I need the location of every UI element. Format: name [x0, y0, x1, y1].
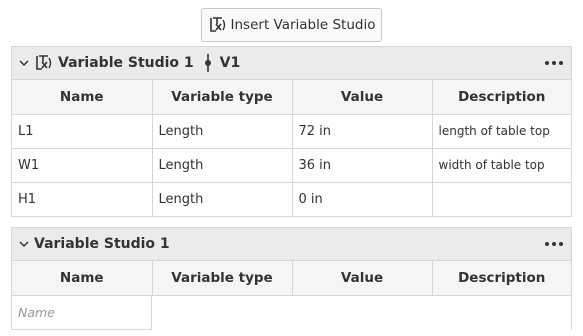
column-header-description: Description: [432, 261, 571, 296]
variable-description-cell[interactable]: [432, 182, 571, 216]
version-indicator[interactable]: V1: [202, 54, 241, 72]
variable-description-cell[interactable]: width of table top: [432, 148, 571, 183]
variables-table: Name Variable type Value Description L1 …: [12, 80, 571, 216]
column-header-variable-type: Variable type: [152, 261, 293, 296]
variable-value-cell[interactable]: 0 in: [292, 182, 433, 216]
variable-value-cell[interactable]: 36 in: [292, 148, 433, 183]
table-row[interactable]: H1 Length 0 in: [12, 182, 571, 216]
version-label: V1: [219, 55, 241, 71]
panel-title: Variable Studio 1: [34, 236, 170, 252]
branch-version-icon: [204, 54, 211, 72]
variable-studio-icon: [209, 17, 225, 32]
column-header-value: Value: [292, 261, 433, 296]
column-header-name: Name: [12, 80, 153, 115]
variable-type-cell[interactable]: Length: [152, 182, 293, 216]
insert-variable-studio-label: Insert Variable Studio: [230, 17, 376, 33]
panel-header: Variable Studio 1 V1: [12, 47, 571, 80]
variable-name-cell[interactable]: W1: [12, 148, 153, 183]
chevron-down-icon[interactable]: [18, 238, 30, 250]
variable-studio-panel-1: Variable Studio 1 V1 Name Variable type …: [11, 46, 572, 217]
more-options-icon[interactable]: [543, 55, 565, 71]
insert-variable-studio-button[interactable]: Insert Variable Studio: [201, 8, 382, 42]
table-row[interactable]: W1 Length 36 in width of table top: [12, 148, 571, 183]
column-header-variable-type: Variable type: [152, 80, 293, 115]
variable-description-cell[interactable]: length of table top: [432, 114, 571, 149]
table-row[interactable]: L1 Length 72 in length of table top: [12, 114, 571, 149]
variable-name-cell[interactable]: L1: [12, 114, 153, 149]
variable-type-cell[interactable]: Length: [152, 114, 293, 149]
variables-table: Name Variable type Value Description: [12, 261, 571, 296]
column-header-value: Value: [292, 80, 433, 115]
column-header-description: Description: [432, 80, 571, 115]
column-header-name: Name: [12, 261, 153, 296]
variable-studio-panel-2: Variable Studio 1 Name Variable type Val…: [11, 227, 572, 330]
new-variable-name-input[interactable]: [18, 304, 138, 320]
new-variable-name-cell[interactable]: [11, 295, 152, 330]
more-options-icon[interactable]: [543, 236, 565, 252]
panel-title: Variable Studio 1: [58, 55, 194, 71]
variable-type-cell[interactable]: Length: [152, 148, 293, 183]
variable-value-cell[interactable]: 72 in: [292, 114, 433, 149]
variable-name-cell[interactable]: H1: [12, 182, 153, 216]
variable-studio-icon: [36, 55, 52, 70]
chevron-down-icon[interactable]: [18, 57, 30, 69]
panel-header: Variable Studio 1: [12, 228, 571, 261]
